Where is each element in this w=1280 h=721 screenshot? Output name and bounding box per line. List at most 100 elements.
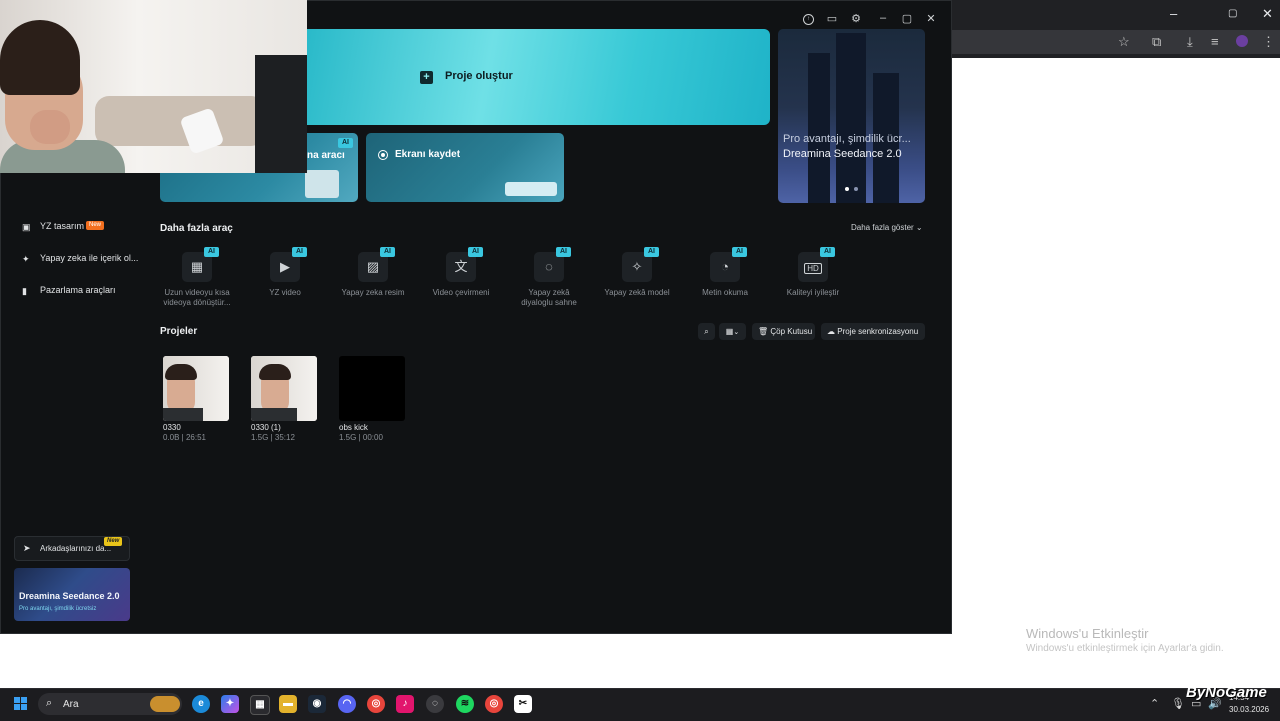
video-plus-icon: ▶ — [280, 259, 290, 274]
tool-label-line1: YZ video — [269, 288, 301, 297]
view-toggle-button[interactable]: ▦⌄ — [719, 323, 746, 340]
tool-label-line1: Yapay zeka resim — [341, 288, 405, 297]
new-badge: New — [86, 221, 105, 230]
chrome-icon[interactable]: ◎ — [367, 695, 385, 713]
store-icon[interactable]: ▦ — [250, 695, 270, 715]
sidebar-item-ai-design[interactable]: ▣ YZ tasarım — [22, 221, 84, 232]
extensions-icon[interactable]: ⧉ — [1152, 34, 1161, 50]
browser-minimize-button[interactable]: – — [1170, 6, 1177, 21]
tool-card-thumbnail — [305, 170, 339, 198]
chrome-profile-icon[interactable]: ◎ — [485, 695, 503, 713]
settings-icon[interactable]: ⚙ — [849, 12, 863, 25]
tool-label[interactable]: Metin okuma — [677, 288, 773, 298]
minimize-button[interactable]: – — [876, 12, 890, 24]
tool-label[interactable]: Yapay zekâ diyaloglu sahne — [501, 288, 597, 308]
star-icon[interactable]: ☆ — [1118, 34, 1130, 50]
sync-label: Proje senkronizasyonu — [837, 327, 919, 336]
chevron-down-icon: ⌄ — [733, 329, 740, 336]
carousel-dot[interactable] — [854, 187, 858, 191]
project-name: 0330 (1) — [251, 423, 281, 432]
speech-icon: ◔ — [721, 259, 729, 274]
trash-icon: 🗑 — [758, 327, 769, 336]
capcut-icon[interactable]: ✂ — [514, 695, 532, 713]
feedback-icon[interactable]: ▭ — [825, 12, 839, 25]
project-thumbnail[interactable] — [251, 356, 317, 421]
tool-label-line1: Video çevirmeni — [432, 288, 490, 297]
tiktok-icon[interactable]: ♪ — [396, 695, 414, 713]
film-icon: ▦ — [190, 259, 204, 274]
plus-icon: + — [420, 71, 433, 84]
tool-label[interactable]: Yapay zeka resim — [325, 288, 421, 298]
search-icon: ⌕ — [704, 327, 709, 336]
clock-date[interactable]: 30.03.2026 — [1229, 705, 1269, 714]
search-icon: ⌕ — [46, 697, 53, 709]
send-icon: ➤ — [23, 543, 31, 553]
chevron-down-icon: ⌄ — [913, 223, 923, 232]
edge-icon[interactable]: e — [192, 695, 210, 713]
upload-icon[interactable]: ↑ — [803, 14, 814, 25]
project-thumbnail[interactable] — [339, 356, 405, 421]
chevron-up-icon[interactable]: ⌃ — [1150, 697, 1159, 710]
image-plus-icon: ▨ — [366, 259, 380, 274]
download-icon[interactable]: ⤓ — [1187, 34, 1193, 50]
steam-icon[interactable]: ◉ — [308, 695, 326, 713]
show-more-label: Daha fazla göster — [851, 223, 914, 232]
sidebar-item-marketing[interactable]: ▮ Pazarlama araçları — [22, 285, 116, 296]
copilot-icon[interactable]: ✦ — [221, 695, 239, 713]
translate-icon: 文 — [454, 259, 468, 274]
sidebar-item-label: Yapay zeka ile içerik ol... — [40, 253, 139, 263]
tool-label[interactable]: YZ video — [237, 288, 333, 298]
dialog-icon: ◌ — [545, 259, 553, 274]
menu-icon[interactable]: ⋮ — [1262, 34, 1275, 50]
microphone-icon[interactable]: 🎙 — [1171, 697, 1185, 710]
tool-label-line2: videoya dönüştür... — [163, 298, 231, 307]
record-card-thumbnail — [505, 182, 557, 196]
ai-badge: AI — [338, 138, 353, 148]
ai-badge: AI — [820, 247, 835, 257]
tool-label-line2: diyaloglu sahne — [521, 298, 577, 307]
project-name: obs kick — [339, 423, 368, 432]
spotify-icon[interactable]: ≋ — [456, 695, 474, 713]
projects-title: Projeler — [160, 326, 198, 337]
invite-friends-label: Arkadaşlarınızı da... — [40, 544, 112, 553]
create-project-banner[interactable] — [300, 29, 770, 125]
ai-badge: AI — [732, 247, 747, 257]
obs-icon[interactable]: ◌ — [426, 695, 444, 713]
project-meta: 1.5G | 00:00 — [339, 433, 383, 442]
browser-maximize-button[interactable]: ▢ — [1228, 8, 1237, 19]
tool-label[interactable]: Kaliteyi iyileştir — [765, 288, 861, 298]
webcam-overlay — [0, 0, 307, 173]
tool-label-line1: Yapay zekâ — [528, 288, 570, 297]
search-button[interactable]: ⌕ — [698, 323, 715, 340]
tool-label[interactable]: Video çevirmeni — [413, 288, 509, 298]
carousel-dot-active[interactable] — [845, 187, 849, 191]
profile-icon[interactable] — [1236, 35, 1248, 47]
ai-badge: AI — [380, 247, 395, 257]
search-highlight-icon[interactable] — [150, 696, 180, 712]
new-badge: New — [104, 537, 123, 546]
dreamina-promo-subtitle: Pro avantajı, şimdilik ücretsiz — [19, 606, 97, 612]
record-icon — [378, 150, 388, 160]
browser-close-button[interactable]: ✕ — [1262, 6, 1273, 22]
sidebar-item-label: YZ tasarım — [40, 221, 85, 231]
marketing-icon: ▮ — [22, 286, 27, 296]
taskbar-search-placeholder: Ara — [63, 699, 79, 710]
start-button[interactable] — [14, 697, 28, 711]
promo-banner[interactable] — [778, 29, 925, 203]
project-sync-button[interactable]: ☁ Proje senkronizasyonu — [821, 323, 925, 340]
project-thumbnail[interactable] — [163, 356, 229, 421]
promo-subtitle: Pro avantajı, şimdilik ücr... — [783, 133, 911, 145]
discord-icon[interactable]: ◠ — [338, 695, 356, 713]
ai-badge: AI — [292, 247, 307, 257]
maximize-button[interactable]: ▢ — [900, 12, 914, 25]
sparkle-icon: ✦ — [22, 254, 30, 264]
show-more-link[interactable]: Daha fazla göster ⌄ — [851, 223, 923, 232]
tool-label[interactable]: Uzun videoyu kısa videoya dönüştür... — [149, 288, 245, 308]
tool-label[interactable]: Yapay zekâ model — [589, 288, 685, 298]
ai-badge: AI — [204, 247, 219, 257]
close-button[interactable]: ✕ — [924, 12, 938, 25]
file-explorer-icon[interactable]: ▬ — [279, 695, 297, 713]
sidebar-item-ai-content[interactable]: ✦ Yapay zeka ile içerik ol... — [22, 253, 138, 264]
reading-list-icon[interactable]: ≡ — [1211, 34, 1219, 49]
trash-button[interactable]: 🗑 Çöp Kutusu — [752, 323, 815, 340]
